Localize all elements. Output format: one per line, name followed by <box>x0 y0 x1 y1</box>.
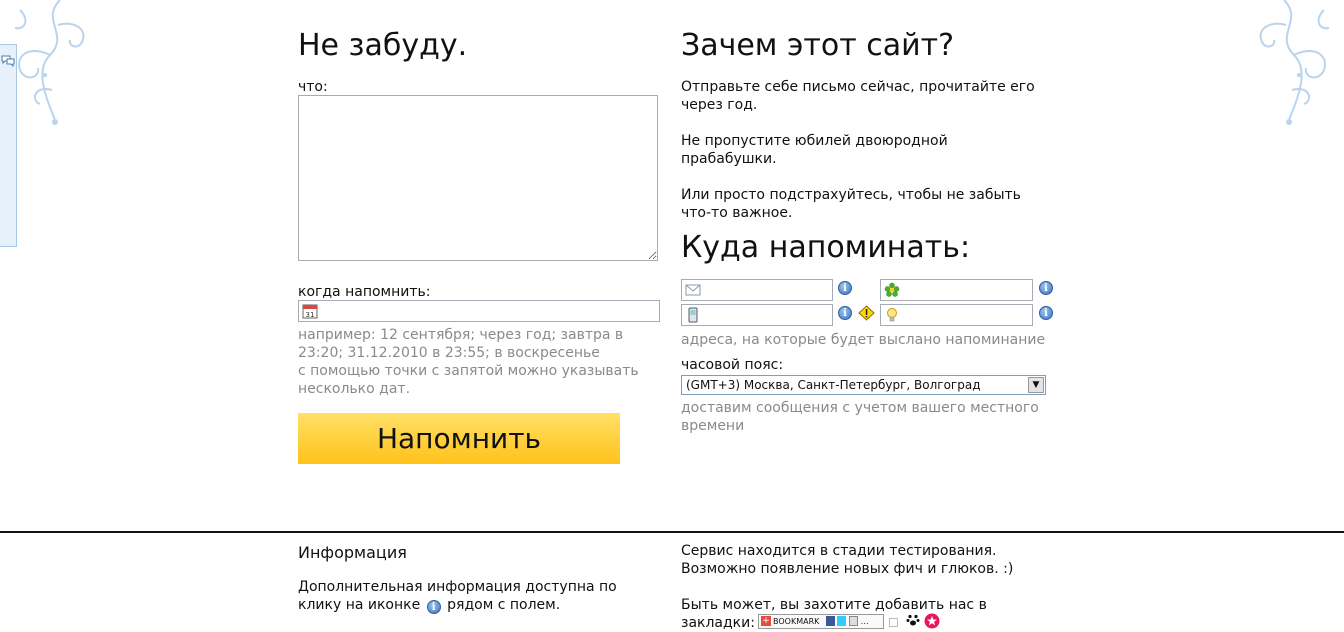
jabber-input[interactable] <box>901 306 1030 324</box>
timezone-hint: доставим сообщения с учетом вашего местн… <box>681 400 1039 434</box>
where-title: Куда напоминать: <box>681 230 971 265</box>
phone-info-icon[interactable]: i <box>838 306 852 320</box>
when-hint-multiple: с помощью точки с запятой можно указыват… <box>298 363 639 397</box>
status-text: Сервис находится в стадии тестирования. … <box>681 543 1014 577</box>
icq-input[interactable] <box>901 281 1030 299</box>
paw-icon[interactable] <box>906 613 920 627</box>
email-field[interactable] <box>681 279 833 301</box>
why-paragraph-2: Не пропустите юбилей двоюродной прабабуш… <box>681 133 948 167</box>
bookmark-button[interactable]: + BOOKMARK … <box>758 614 884 629</box>
why-title: Зачем этот сайт? <box>681 28 955 63</box>
when-field[interactable]: 31 <box>298 300 660 322</box>
email-share-icon[interactable] <box>849 616 859 626</box>
why-paragraph-1: Отправьте себе письмо сейчас, прочитайте… <box>681 79 1035 113</box>
speech-bubbles-icon <box>1 55 15 67</box>
bookmark-label: BOOKMARK <box>773 617 820 626</box>
icq-flower-icon <box>884 282 900 298</box>
form-title: Не забуду. <box>298 28 468 63</box>
timezone-selected-value: (GMT+3) Москва, Санкт-Петербург, Волгогр… <box>686 378 981 392</box>
icq-field[interactable] <box>880 279 1033 301</box>
corner-ornament-right <box>1259 0 1330 125</box>
info-sample-icon: i <box>426 600 441 614</box>
twitter-icon[interactable] <box>837 616 847 626</box>
when-label: когда напомнить: <box>298 284 431 300</box>
when-hint-examples: например: 12 сентября; через год; завтра… <box>298 327 624 361</box>
phone-field[interactable] <box>681 304 833 326</box>
email-input[interactable] <box>702 281 830 299</box>
jabber-info-icon[interactable]: i <box>1039 306 1053 320</box>
info-text: Дополнительная информация доступна по кл… <box>298 578 628 614</box>
warning-icon[interactable] <box>858 305 875 321</box>
calendar-icon[interactable]: 31 <box>302 303 318 319</box>
chevron-down-icon[interactable]: ▼ <box>1028 377 1044 393</box>
what-label: что: <box>298 79 328 95</box>
mobile-phone-icon <box>685 307 701 323</box>
why-paragraph-3: Или просто подстрахуйтесь, чтобы не забы… <box>681 187 1021 221</box>
phone-input[interactable] <box>702 306 830 324</box>
what-textarea[interactable] <box>298 95 658 261</box>
info-title: Информация <box>298 543 407 562</box>
timezone-label: часовой пояс: <box>681 357 784 373</box>
when-input[interactable] <box>319 302 655 320</box>
icq-info-icon[interactable]: i <box>1039 281 1053 295</box>
remind-button[interactable]: Напомнить <box>298 413 620 464</box>
calendar-day: 31 <box>306 311 315 319</box>
envelope-icon <box>685 282 701 298</box>
feedback-side-tab[interactable] <box>0 44 17 247</box>
email-info-icon[interactable]: i <box>838 281 852 295</box>
plus-icon: + <box>761 616 771 626</box>
lightbulb-icon <box>884 307 900 323</box>
timezone-select[interactable]: (GMT+3) Москва, Санкт-Петербург, Волгогр… <box>681 375 1046 395</box>
footer-divider <box>0 531 1344 533</box>
info-text-after: рядом с полем. <box>447 597 561 613</box>
more-icon[interactable]: … <box>861 615 870 626</box>
bookmark-checkbox[interactable] <box>889 618 898 627</box>
addresses-hint: адреса, на которые будет выслано напомин… <box>681 332 1046 348</box>
star-bookmark-icon[interactable] <box>924 613 940 629</box>
jabber-field[interactable] <box>880 304 1033 326</box>
facebook-icon[interactable] <box>825 616 835 626</box>
